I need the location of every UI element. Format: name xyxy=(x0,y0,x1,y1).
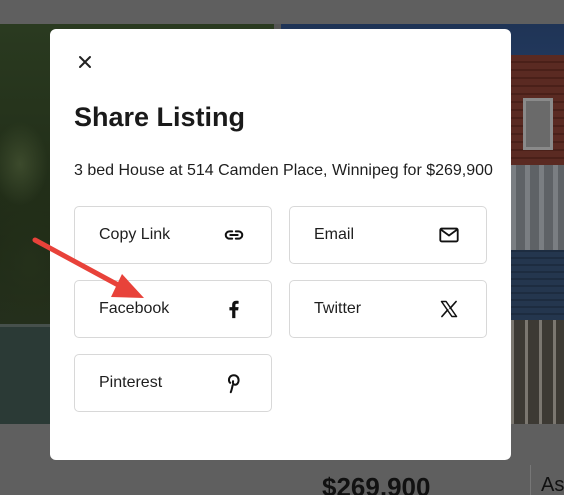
close-button[interactable] xyxy=(74,53,96,75)
link-icon xyxy=(223,224,245,246)
button-label: Twitter xyxy=(314,300,362,317)
dialog-title: Share Listing xyxy=(74,102,246,132)
page-header-backdrop xyxy=(0,0,564,24)
x-twitter-icon xyxy=(438,298,460,320)
email-icon xyxy=(438,224,460,246)
close-icon xyxy=(77,54,93,75)
pinterest-button[interactable]: Pinterest xyxy=(74,354,272,412)
listing-price: $269,900 xyxy=(322,472,431,495)
pinterest-icon xyxy=(223,372,245,394)
copy-link-button[interactable]: Copy Link xyxy=(74,206,272,264)
photo-detail xyxy=(0,324,50,424)
photo-detail xyxy=(511,250,564,320)
dialog-description: 3 bed House at 514 Camden Place, Winnipe… xyxy=(74,162,493,179)
button-label: Facebook xyxy=(99,300,170,317)
facebook-icon xyxy=(223,298,245,320)
facebook-button[interactable]: Facebook xyxy=(74,280,272,338)
email-button[interactable]: Email xyxy=(289,206,487,264)
button-label: Copy Link xyxy=(99,226,171,243)
button-label: Email xyxy=(314,226,355,243)
photo-detail xyxy=(511,320,564,424)
photo-detail xyxy=(523,98,553,150)
photo-detail xyxy=(511,165,564,250)
button-label: Pinterest xyxy=(99,374,163,391)
twitter-button[interactable]: Twitter xyxy=(289,280,487,338)
listing-side-text: As xyxy=(541,474,564,495)
divider xyxy=(530,465,531,495)
share-listing-dialog: Share Listing 3 bed House at 514 Camden … xyxy=(50,29,511,460)
